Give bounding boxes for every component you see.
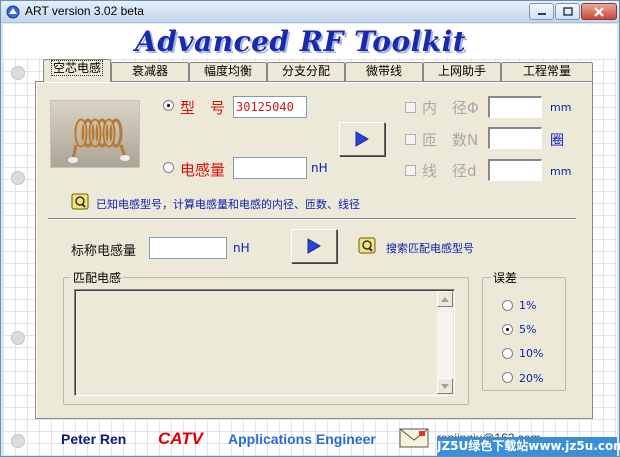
inductor-panel: 型 号 30125040 电感量 nH 内 径Φ mm 匝 数N 圈 线 径d … xyxy=(35,81,593,419)
minimize-button[interactable] xyxy=(529,3,554,20)
minimize-icon xyxy=(537,12,546,15)
calculate-button[interactable] xyxy=(339,122,385,156)
inner-diameter-checkbox[interactable] xyxy=(405,102,416,113)
hint-text: 已知电感型号，计算电感量和电感的内径、匝数、线径 xyxy=(96,198,360,211)
company-name: CATV xyxy=(158,429,204,448)
wire-diameter-label: 线 径d xyxy=(422,162,477,180)
maximize-button[interactable] xyxy=(555,3,580,20)
inner-diameter-unit: mm xyxy=(550,101,572,114)
nominal-inductance-label: 标称电感量 xyxy=(71,244,137,259)
inductance-unit: nH xyxy=(311,161,328,175)
maximize-icon xyxy=(562,7,573,16)
close-icon xyxy=(594,6,604,17)
model-input[interactable]: 30125040 xyxy=(233,96,307,118)
binder-hole xyxy=(11,434,25,448)
tolerance-label: 误差 xyxy=(491,269,520,286)
turns-unit: 圈 xyxy=(550,133,564,149)
wire-diameter-unit: mm xyxy=(550,165,572,178)
binder-hole xyxy=(11,331,25,345)
list-scrollbar[interactable] xyxy=(437,291,453,394)
author-name: Peter Ren xyxy=(61,431,127,447)
model-label: 型 号 xyxy=(180,99,226,117)
mail-icon[interactable] xyxy=(398,425,430,451)
title-bar[interactable]: ART version 3.02 beta xyxy=(1,1,619,23)
tolerance-radio-5[interactable] xyxy=(502,324,513,335)
tab-equalizer[interactable]: 幅度均衡 xyxy=(189,62,267,81)
turns-checkbox[interactable] xyxy=(405,134,416,145)
app-title: Advanced RF Toolkit xyxy=(135,25,467,58)
inner-diameter-input[interactable] xyxy=(488,96,542,118)
model-radio[interactable] xyxy=(163,100,174,111)
app-window: ART version 3.02 beta Advanced RF Toolki… xyxy=(0,0,620,457)
nominal-inductance-unit: nH xyxy=(233,241,250,255)
tolerance-option-1: 1% xyxy=(519,299,537,312)
search-match-label: 搜索匹配电感型号 xyxy=(386,242,474,255)
tab-microstrip[interactable]: 微带线 xyxy=(345,62,423,81)
tolerance-radio-1[interactable] xyxy=(502,300,513,311)
search-info-icon xyxy=(358,237,376,254)
inductance-radio[interactable] xyxy=(163,162,174,173)
arrow-down-icon xyxy=(441,383,449,389)
wire-diameter-input[interactable] xyxy=(488,159,542,181)
tolerance-option-10: 10% xyxy=(519,347,544,360)
play-icon xyxy=(355,131,369,147)
turns-input[interactable] xyxy=(488,127,542,149)
inductance-input[interactable] xyxy=(233,157,307,179)
matched-inductors-list[interactable] xyxy=(74,289,455,396)
binder-hole xyxy=(11,171,25,185)
app-icon xyxy=(6,5,20,19)
search-button[interactable] xyxy=(291,229,337,263)
info-icon xyxy=(71,193,89,210)
tolerance-radio-20[interactable] xyxy=(502,372,513,383)
nominal-inductance-input[interactable] xyxy=(149,237,227,259)
site-watermark: JZ5U绿色下载站www.jz5u.com xyxy=(437,437,620,456)
inductance-label: 电感量 xyxy=(180,161,226,179)
turns-label: 匝 数N xyxy=(422,131,479,149)
window-title: ART version 3.02 beta xyxy=(25,4,144,18)
tolerance-option-5: 5% xyxy=(519,323,537,336)
tab-attenuator[interactable]: 衰减器 xyxy=(111,62,189,81)
close-button[interactable] xyxy=(581,3,617,20)
tab-air-core-inductor[interactable]: 空芯电感 xyxy=(43,59,111,82)
author-role: Applications Engineer xyxy=(228,431,376,447)
wire-diameter-checkbox[interactable] xyxy=(405,165,416,176)
play-icon xyxy=(307,238,321,254)
scroll-up-button[interactable] xyxy=(437,291,453,307)
inner-diameter-label: 内 径Φ xyxy=(422,99,479,117)
arrow-up-icon xyxy=(441,296,449,302)
tolerance-radio-10[interactable] xyxy=(502,348,513,359)
tab-splitter[interactable]: 分支分配 xyxy=(267,62,345,81)
matched-inductors-label: 匹配电感 xyxy=(71,269,124,286)
scroll-down-button[interactable] xyxy=(437,378,453,394)
coil-image xyxy=(50,100,140,168)
divider xyxy=(48,218,576,220)
tab-web-assistant[interactable]: 上网助手 xyxy=(423,62,501,81)
tab-engineering-constants[interactable]: 工程常量 xyxy=(501,62,593,81)
binder-hole xyxy=(11,66,25,80)
tolerance-option-20: 20% xyxy=(519,372,544,385)
